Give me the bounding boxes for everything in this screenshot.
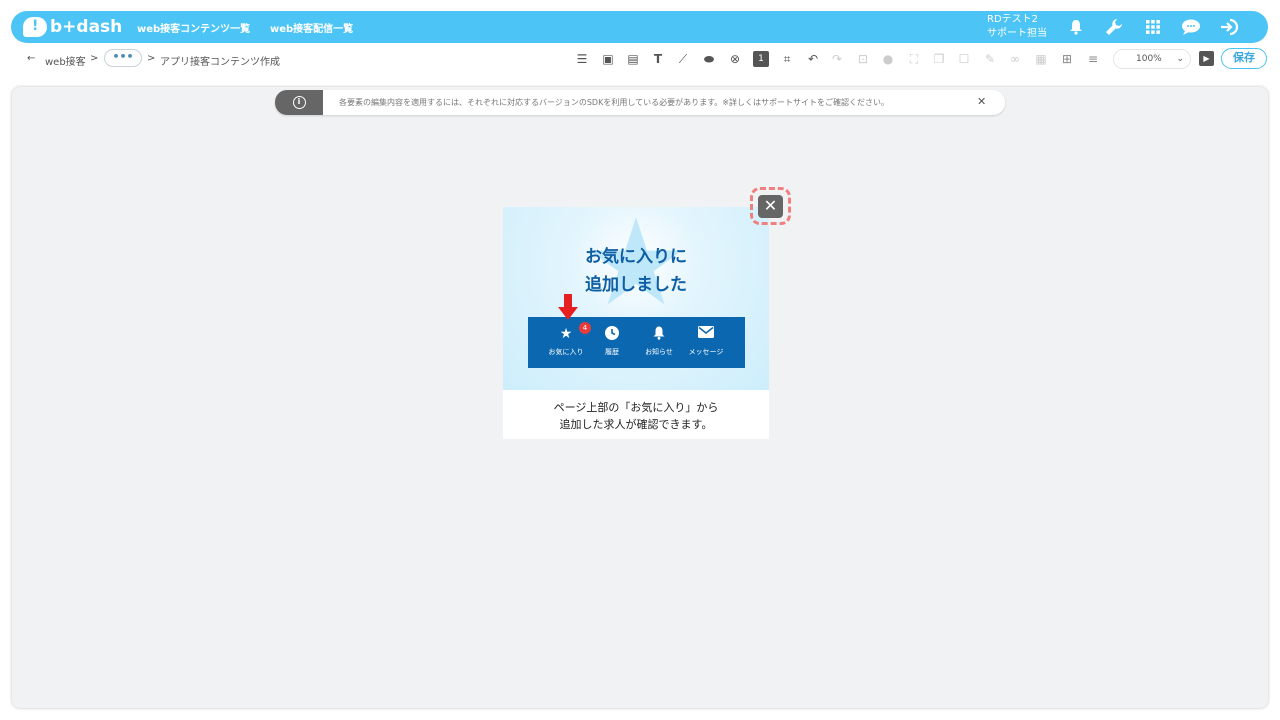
notice-text: 各要素の編集内容を適用するには、それぞれに対応するバージョンのSDKを利用してい… [339, 98, 889, 107]
button-element-icon[interactable]: ⬬ [701, 51, 717, 67]
bell-icon [632, 326, 686, 344]
tab-label: お知らせ [645, 348, 673, 356]
breadcrumb-separator: > [147, 53, 156, 64]
top-header: b+dash web接客コンテンツ一覧 web接客配信一覧 RDテスト2 サポー… [11, 11, 1268, 43]
mail-icon [679, 326, 733, 342]
breadcrumb-more-button[interactable]: ••• [104, 49, 142, 67]
pen-icon[interactable]: ✎ [982, 51, 998, 67]
tab-message: メッセージ [679, 317, 733, 368]
popup-title-line1: お気に入りに [585, 247, 687, 267]
database-icon[interactable]: ≡ [1085, 51, 1101, 67]
popup-desc-line2: 追加した求人が確認できます。 [559, 418, 713, 431]
app-tab-bar: ★ 4 お気に入り 履歴 お知らせ メッセージ [528, 317, 745, 368]
notice-info-area: i [275, 90, 323, 115]
logo-icon [23, 17, 47, 37]
popup-title-line2: 追加しました [585, 275, 687, 295]
chat-icon[interactable] [1181, 18, 1201, 36]
crop-icon[interactable]: ⌗ [779, 51, 795, 67]
calendar-icon[interactable]: ▦ [1033, 51, 1049, 67]
save-button[interactable]: 保存 [1221, 48, 1267, 69]
back-arrow-icon[interactable]: ← [27, 53, 35, 64]
tab-news: お知らせ [632, 317, 686, 368]
text-icon[interactable]: T [650, 51, 666, 67]
nav-web-content-list[interactable]: web接客コンテンツ一覧 [137, 20, 250, 35]
text-box-icon[interactable]: ⊡ [855, 51, 871, 67]
user-info[interactable]: RDテスト2 サポート担当 [987, 13, 1047, 41]
popup-description: ページ上部の「お気に入り」から 追加した求人が確認できます。 [503, 399, 769, 433]
sdk-notice-banner: i 各要素の編集内容を適用するには、それぞれに対応するバージョンのSDKを利用し… [275, 90, 1005, 115]
close-button-selection[interactable]: ✕ [750, 187, 791, 225]
number-element-icon[interactable]: 1 [753, 51, 769, 67]
popup-image-area: ★ お気に入りに 追加しました ★ 4 お気に入り 履歴 お知らせ メッセージ [503, 207, 769, 390]
editor-toolbar: ← web接客 > ••• > アプリ接客コンテンツ作成 ☰ ▣ ▤ T ⟋ ⬬… [11, 45, 1268, 73]
red-down-arrow-icon [558, 294, 578, 320]
list-icon[interactable]: ☰ [574, 51, 590, 67]
image-icon[interactable]: ▣ [600, 51, 616, 67]
chevron-down-icon: ⌄ [1176, 54, 1184, 64]
logout-icon[interactable] [1219, 18, 1239, 36]
tab-label: メッセージ [688, 348, 724, 356]
logo[interactable]: b+dash [23, 16, 122, 38]
bell-icon[interactable] [1066, 18, 1086, 36]
video-icon[interactable]: ▤ [625, 51, 641, 67]
nav-web-delivery-list[interactable]: web接客配信一覧 [270, 20, 353, 35]
tab-history: 履歴 [585, 317, 639, 368]
popup-title: お気に入りに 追加しました [503, 243, 769, 299]
breadcrumb-root[interactable]: web接客 [45, 53, 86, 68]
expand-icon[interactable]: ⛶ [906, 51, 922, 67]
info-icon: i [292, 96, 306, 109]
redo-icon[interactable]: ↷ [829, 51, 845, 67]
preview-play-button[interactable]: ▶ [1199, 51, 1214, 66]
zoom-value: 100% [1136, 54, 1162, 64]
logo-text: b+dash [50, 17, 123, 37]
connector-icon[interactable]: ⟋ [675, 51, 691, 67]
popup-preview[interactable]: ★ お気に入りに 追加しました ★ 4 お気に入り 履歴 お知らせ メッセージ … [503, 207, 769, 439]
zoom-select[interactable]: 100% ⌄ [1113, 49, 1191, 69]
user-name: RDテスト2 [987, 14, 1039, 25]
border-icon[interactable]: ☐ [956, 51, 972, 67]
layer-icon[interactable]: ❐ [931, 51, 947, 67]
popup-close-button[interactable]: ✕ [758, 195, 783, 218]
notice-close-icon[interactable]: ✕ [977, 95, 986, 108]
wrench-icon[interactable] [1104, 18, 1124, 36]
clock-icon [585, 326, 639, 344]
table-icon[interactable]: ⊞ [1059, 51, 1075, 67]
user-role: サポート担当 [987, 28, 1047, 39]
undo-icon[interactable]: ↶ [805, 51, 821, 67]
popup-desc-line1: ページ上部の「お気に入り」から [553, 401, 719, 414]
link-icon[interactable]: ∞ [1007, 51, 1023, 67]
breadcrumb-current: アプリ接客コンテンツ作成 [160, 57, 280, 68]
close-element-icon[interactable]: ⊗ [727, 51, 743, 67]
grid-icon[interactable] [1143, 18, 1163, 36]
breadcrumb-separator: > [90, 53, 99, 64]
color-drop-icon[interactable]: ● [880, 51, 896, 67]
tab-label: 履歴 [605, 348, 619, 356]
